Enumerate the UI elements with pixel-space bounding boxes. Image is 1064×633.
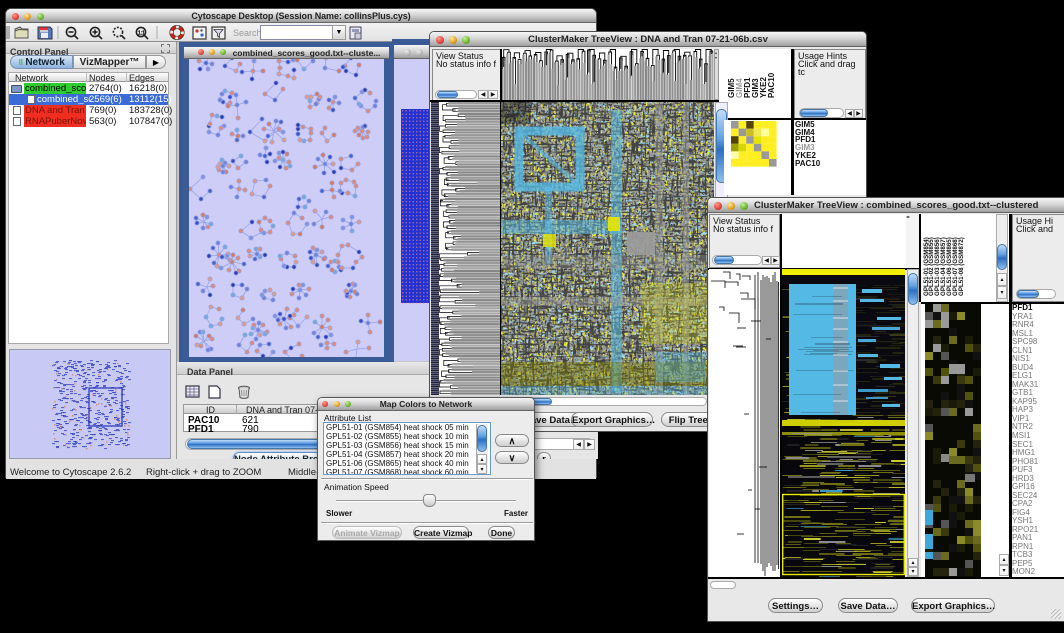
svg-text:1:1: 1:1 <box>138 31 145 37</box>
